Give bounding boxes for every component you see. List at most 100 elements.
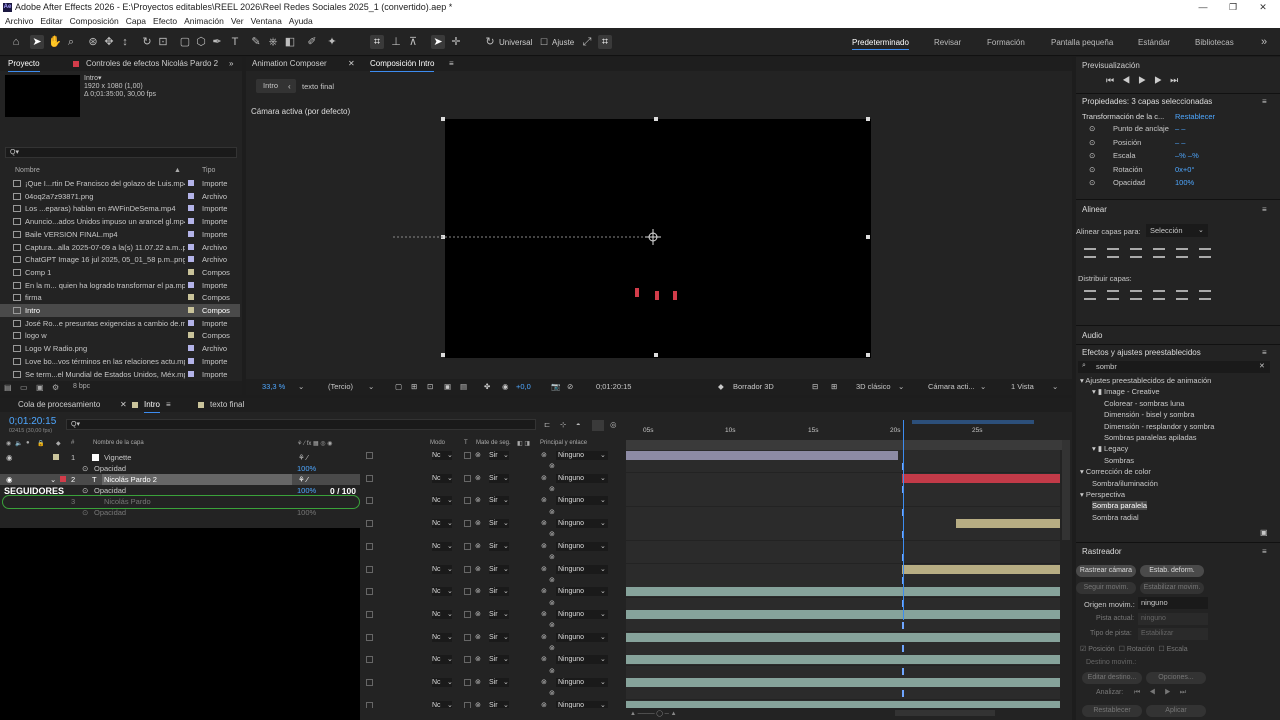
switch-box[interactable] [366,474,373,482]
analyze-controls[interactable]: ⏮◀▶⏭ [1134,689,1195,697]
align-to-dropdown-icon[interactable]: ⌄ [1198,226,1204,234]
track-motion-button[interactable]: Seguir movim. [1076,582,1136,594]
matte-dropdown-icon[interactable]: ⌄ [503,451,509,459]
matte-dropdown-icon[interactable]: ⌄ [503,542,509,550]
scale-checkbox[interactable]: ☐ [1158,646,1164,653]
layer-track[interactable] [626,552,1060,564]
pan-behind-tool-icon[interactable]: ⊡ [156,35,170,49]
workspace-predeterminado[interactable]: Predeterminado [852,38,909,50]
reset-tracker-button[interactable]: Restablecer [1082,705,1142,717]
parent-header[interactable]: Principal y enlace [540,440,587,446]
layer1-opacity-value[interactable]: 100% [297,463,316,474]
transparency-icon[interactable]: ▤ [460,379,467,395]
t-switch[interactable] [464,474,471,482]
mode-header[interactable]: Modo [430,440,445,446]
rectangle-tool-icon[interactable]: ▢ [178,35,192,49]
keyframe[interactable] [902,690,904,698]
workspace-revisar[interactable]: Revisar [934,38,961,47]
effects-tree-item[interactable]: Sombras [1104,456,1134,465]
layer-track[interactable] [626,677,1060,688]
layer-track[interactable] [626,506,1060,518]
grid-icon[interactable]: ⊞ [411,379,417,395]
transform-prop-value[interactable]: – – [1175,137,1185,149]
matte-dropdown-icon[interactable]: ⌄ [503,633,509,641]
mode-dropdown-icon[interactable]: ⌄ [447,565,453,573]
switch-box[interactable] [366,610,373,618]
show-snapshot-icon[interactable]: ⊘ [567,379,573,395]
home-icon[interactable]: ⌂ [9,35,23,49]
workspace-estandar[interactable]: Estándar [1138,38,1170,47]
layer-track[interactable] [626,665,1060,677]
properties-menu-icon[interactable]: ≡ [1262,97,1267,106]
draft-3d-toggle-icon[interactable]: ⊹ [560,420,566,429]
stopwatch-icon[interactable]: ⊙ [1089,164,1095,176]
camera-dropdown-icon[interactable]: ⌄ [980,379,986,395]
parent-pickwhip-icon[interactable]: ⊚ [541,496,547,504]
work-area-bar[interactable] [912,420,1034,424]
renderer-3d-dropdown[interactable]: 3D clásico [856,379,891,395]
maximize-icon[interactable]: ❐ [1218,0,1248,15]
workspace-bibliotecas[interactable]: Bibliotecas [1195,38,1234,47]
parent-dropdown-icon[interactable]: ⌄ [600,496,606,504]
more-workspaces-icon[interactable]: » [1257,35,1271,49]
menu-item-0[interactable]: Archivo [5,16,33,26]
parent-dropdown-icon[interactable]: ⌄ [600,655,606,663]
pan-camera-icon[interactable]: ✥ [102,35,116,49]
minimize-icon[interactable]: — [1188,0,1218,15]
matte-dropdown-icon[interactable]: ⌄ [503,519,509,527]
effects-tree-item[interactable]: ▾ Corrección de color [1080,467,1151,476]
pointer-icon[interactable]: ➤ [431,35,445,49]
type-tool-icon[interactable]: T [228,35,242,49]
matte-dropdown-icon[interactable]: ⌄ [503,565,509,573]
workspace-formacion[interactable]: Formación [987,38,1025,47]
switch-box[interactable] [366,542,373,550]
tab-texto-final[interactable]: texto final [210,398,244,412]
matte-link-icon[interactable]: ⊚ [475,655,481,663]
layer-track[interactable] [626,472,1060,484]
t-switch[interactable] [464,701,471,708]
renderer-3d-dropdown-icon[interactable]: ⌄ [898,379,904,395]
timeline-vscroll[interactable] [1062,440,1070,540]
mode-dropdown-icon[interactable]: ⌄ [447,610,453,618]
timeline-timecode[interactable]: 0;01:20:15 [9,416,56,427]
universal-rotate-icon[interactable]: ↻ [483,35,497,49]
mode-dropdown-icon[interactable]: ⌄ [447,542,453,550]
stopwatch-icon[interactable]: ⊙ [1089,150,1095,162]
layer-bar[interactable] [626,609,1060,619]
edit-target-button[interactable]: Editar destino... [1082,672,1142,684]
transform-prop-value[interactable]: 100% [1175,177,1194,189]
hand-tool-icon[interactable]: ✋ [48,35,62,49]
menu-item-8[interactable]: Ayuda [289,16,313,26]
world-axis-icon[interactable]: ⊼ [406,35,420,49]
project-item[interactable]: Baile VERSION FINAL.mp4 Importe [0,228,240,241]
layer-bar[interactable] [626,451,898,460]
matte-dropdown-icon[interactable]: ⌄ [503,587,509,595]
project-item[interactable]: firma Compos [0,291,240,304]
layer-track[interactable] [626,586,1060,598]
parent-pickwhip-icon[interactable]: ⊚ [541,655,547,663]
project-item[interactable]: Captura...alla 2025-07-09 a la(s) 11.07.… [0,241,240,254]
t-switch[interactable] [464,497,471,505]
parent-dropdown-icon[interactable]: ⌄ [600,587,606,595]
interpret-footage-icon[interactable]: ▤ [4,383,12,392]
tab-animation-composer[interactable]: Animation Composer [252,57,327,71]
effects-tree-item[interactable]: Colorear - sombras luna [1104,399,1184,408]
parent-pickwhip-icon[interactable]: ⊚ [541,678,547,686]
zoom-slider[interactable]: ▲ ──── ◯ ─ ▲ [630,710,700,718]
layer-bar[interactable] [626,655,1060,665]
parent-pickwhip-icon[interactable]: ⊚ [541,542,547,550]
clone-stamp-icon[interactable]: ⎈ [266,35,280,49]
parent-pickwhip-icon[interactable]: ⊚ [541,610,547,618]
layer-track[interactable] [626,450,1060,461]
current-time[interactable]: 0;01:20:15 [596,379,631,395]
transform-prop-value[interactable]: – – [1175,123,1185,135]
views-dropdown[interactable]: 1 Vista [1011,379,1034,395]
view-options-icon[interactable]: ⊟ [812,379,818,395]
renderer-label[interactable]: Borrador 3D [733,379,774,395]
t-switch[interactable] [464,565,471,573]
timeline-search-input[interactable]: Q▾ [66,419,536,430]
time-ruler[interactable]: 05s 10s 15s 20s 25s [626,420,1062,440]
align-menu-icon[interactable]: ≡ [1262,205,1267,214]
layer-track[interactable] [626,654,1060,666]
effects-search-input[interactable]: sombr [1078,361,1270,373]
